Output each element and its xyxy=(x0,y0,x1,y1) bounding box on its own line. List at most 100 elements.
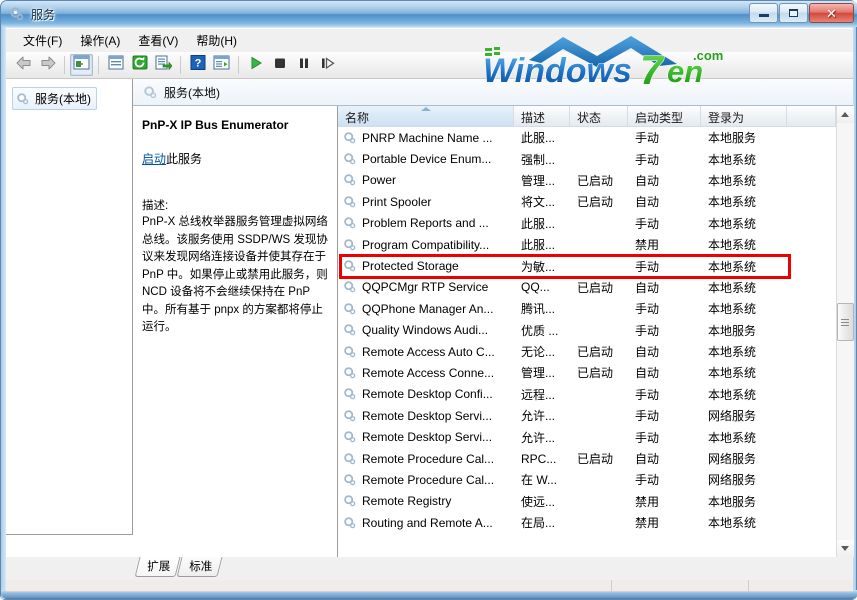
services-gear-icon xyxy=(343,430,357,444)
table-row[interactable]: PNRP Machine Name ... 此服... 手动 本地服务 xyxy=(338,127,836,148)
column-log-on-as[interactable]: 登录为 xyxy=(701,106,787,126)
table-row[interactable]: QQPhone Manager An... 腾讯... 手动 本地系统 xyxy=(338,298,836,319)
stop-service-button[interactable] xyxy=(268,54,291,76)
title-bar[interactable]: 服务 ✕ xyxy=(1,1,857,27)
service-description-panel: PnP-X IP Bus Enumerator 启动此服务 描述: PnP-X … xyxy=(133,106,338,557)
column-filler[interactable] xyxy=(787,106,836,126)
forward-button[interactable] xyxy=(36,54,59,76)
table-row[interactable]: Power 管理... 已启动 自动 本地系统 xyxy=(338,170,836,191)
export-list-button[interactable] xyxy=(152,54,175,76)
close-button[interactable]: ✕ xyxy=(809,3,854,23)
services-gear-icon xyxy=(343,259,357,273)
cell-log-on-as: 本地系统 xyxy=(708,280,757,295)
column-description[interactable]: 描述 xyxy=(514,106,570,126)
column-status[interactable]: 状态 xyxy=(570,106,628,126)
pause-service-button[interactable] xyxy=(292,54,315,76)
toolbar-separator xyxy=(180,56,181,74)
pane-header-label: 服务(本地) xyxy=(164,85,220,100)
cell-service-name: Remote Procedure Cal... xyxy=(338,452,514,466)
menu-view[interactable]: 查看(V) xyxy=(129,29,187,52)
tab-standard[interactable]: 标准 xyxy=(176,557,223,577)
services-gear-icon xyxy=(343,280,357,294)
table-row[interactable]: Problem Reports and ... 此服... 手动 本地系统 xyxy=(338,213,836,234)
content-pane: 服务(本地) PnP-X IP Bus Enumerator 启动此服务 描述:… xyxy=(133,79,854,557)
start-service-link[interactable]: 启动 xyxy=(142,152,166,166)
cell-service-name: Power xyxy=(338,173,514,187)
scrollbar-grip-icon xyxy=(841,317,849,328)
cell-service-name: Routing and Remote A... xyxy=(338,516,514,530)
tab-extended[interactable]: 扩展 xyxy=(134,557,181,577)
scrollbar-track[interactable] xyxy=(836,123,854,540)
restart-icon xyxy=(320,56,336,75)
service-name-label: PNRP Machine Name ... xyxy=(362,130,493,145)
table-row[interactable]: Remote Registry 使远... 禁用 本地服务 xyxy=(338,491,836,512)
service-name-label: Remote Desktop Confi... xyxy=(362,387,493,402)
menu-action[interactable]: 操作(A) xyxy=(71,29,129,52)
services-gear-icon xyxy=(343,131,357,145)
column-startup-type[interactable]: 启动类型 xyxy=(628,106,701,126)
action-pane-button[interactable] xyxy=(210,54,233,76)
cell-startup-type: 手动 xyxy=(635,430,660,445)
table-row[interactable]: Program Compatibility... 此服... 禁用 本地系统 xyxy=(338,234,836,255)
selected-service-title: PnP-X IP Bus Enumerator xyxy=(142,118,289,132)
column-name[interactable]: 名称 xyxy=(338,106,514,126)
table-row[interactable]: Remote Procedure Cal... RPC... 已启动 自动 网络服务 xyxy=(338,448,836,469)
tab-extended-label: 扩展 xyxy=(147,561,171,573)
cell-startup-type: 自动 xyxy=(635,173,660,188)
view-tabs: 扩展 标准 xyxy=(6,557,853,580)
cell-log-on-as: 本地系统 xyxy=(708,516,757,531)
list-column-headers: 名称 描述 状态 启动类型 登录为 xyxy=(338,106,836,127)
vertical-scrollbar[interactable] xyxy=(836,106,854,557)
scroll-down-button[interactable] xyxy=(836,540,854,557)
services-gear-icon xyxy=(343,152,357,166)
start-service-link-suffix: 此服务 xyxy=(166,152,203,167)
scrollbar-thumb[interactable] xyxy=(836,303,854,341)
table-row[interactable]: Remote Access Auto C... 无论... 已启动 自动 本地系统 xyxy=(338,341,836,362)
scroll-up-button[interactable] xyxy=(836,106,854,123)
refresh-button[interactable] xyxy=(128,54,151,76)
table-row[interactable]: Remote Access Conne... 管理... 已启动 自动 本地系统 xyxy=(338,362,836,383)
properties-button[interactable] xyxy=(104,54,127,76)
table-row[interactable]: Remote Procedure Cal... 在 W... 手动 网络服务 xyxy=(338,469,836,490)
cell-service-name: Remote Desktop Confi... xyxy=(338,387,514,401)
table-row[interactable]: Protected Storage 为敏... 手动 本地系统 xyxy=(338,255,836,276)
menu-file[interactable]: 文件(F) xyxy=(14,29,71,52)
cell-startup-type: 手动 xyxy=(635,387,660,402)
cell-service-name: Remote Desktop Servi... xyxy=(338,430,514,444)
table-row[interactable]: Print Spooler 将文... 已启动 自动 本地系统 xyxy=(338,191,836,212)
back-button[interactable] xyxy=(12,54,35,76)
sort-ascending-icon xyxy=(420,107,431,111)
service-name-label: Remote Registry xyxy=(362,494,452,509)
table-row[interactable]: Remote Desktop Servi... 允许... 手动 网络服务 xyxy=(338,405,836,426)
start-service-button[interactable] xyxy=(244,54,267,76)
table-row[interactable]: Routing and Remote A... 在局... 禁用 本地系统 xyxy=(338,512,836,533)
cell-service-name: Remote Access Auto C... xyxy=(338,345,514,359)
restart-service-button[interactable] xyxy=(316,54,339,76)
cell-status: 已启动 xyxy=(577,280,614,295)
table-row[interactable]: Remote Desktop Confi... 远程... 手动 本地系统 xyxy=(338,384,836,405)
table-row[interactable]: Remote Desktop Servi... 允许... 手动 本地系统 xyxy=(338,426,836,447)
cell-description: 将文... xyxy=(521,195,556,210)
service-name-label: Portable Device Enum... xyxy=(362,152,492,167)
minimize-button[interactable] xyxy=(749,3,778,23)
services-window: 服务 ✕ 文件(F) 操作(A) 查看(V) 帮助(H) ? Windows 7… xyxy=(0,0,857,600)
help-button[interactable]: ? xyxy=(186,54,209,76)
cell-startup-type: 手动 xyxy=(635,152,660,167)
cell-startup-type: 自动 xyxy=(635,452,660,467)
services-gear-icon xyxy=(343,195,357,209)
show-hide-action-pane-icon xyxy=(213,55,230,75)
column-log-on-as-label: 登录为 xyxy=(708,110,745,125)
menu-help[interactable]: 帮助(H) xyxy=(187,29,246,52)
cell-log-on-as: 网络服务 xyxy=(708,473,757,488)
service-name-label: Remote Procedure Cal... xyxy=(362,472,495,487)
sidebar-item-services-local[interactable]: 服务(本地) xyxy=(12,87,97,110)
show-tree-button[interactable] xyxy=(70,54,93,76)
cell-log-on-as: 本地系统 xyxy=(708,430,757,445)
restore-icon xyxy=(789,9,798,17)
table-row[interactable]: QQPCMgr RTP Service QQ... 已启动 自动 本地系统 xyxy=(338,277,836,298)
table-row[interactable]: Quality Windows Audi... 优质 ... 手动 本地服务 xyxy=(338,320,836,341)
table-row[interactable]: Portable Device Enum... 强制... 手动 本地系统 xyxy=(338,148,836,169)
services-gear-icon xyxy=(143,85,157,99)
maximize-restore-button[interactable] xyxy=(779,3,808,23)
cell-service-name: Protected Storage xyxy=(338,259,514,273)
